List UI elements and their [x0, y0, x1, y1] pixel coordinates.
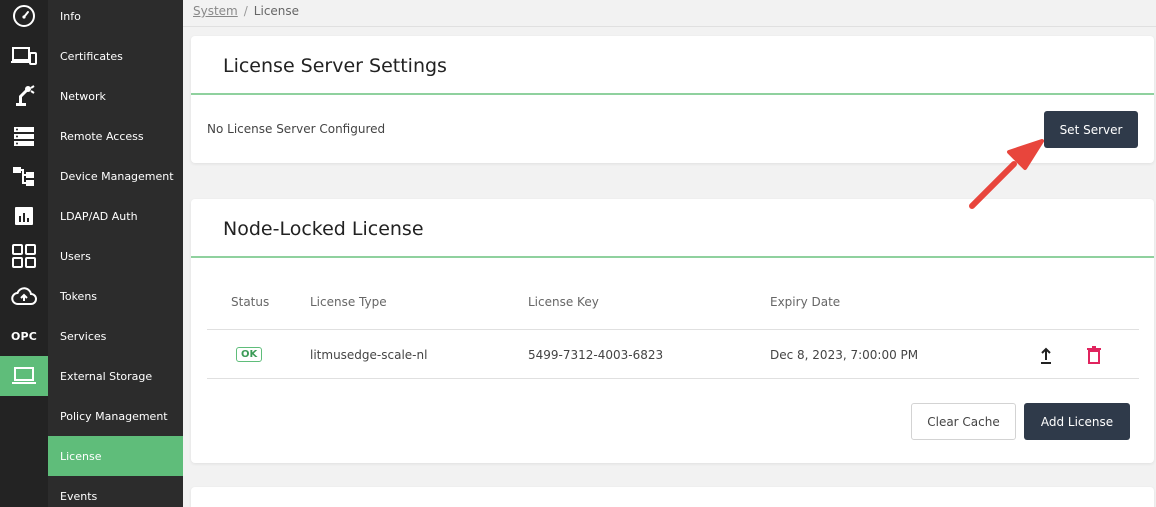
subnav-item-certificates[interactable]: Certificates — [48, 36, 183, 76]
flow-icon[interactable] — [0, 156, 48, 196]
apps-grid-icon[interactable] — [0, 236, 48, 276]
column-header-expiry-date: Expiry Date — [770, 295, 841, 309]
column-header-license-key: License Key — [528, 295, 599, 309]
expiry-date-cell: Dec 8, 2023, 7:00:00 PM — [770, 348, 919, 362]
laptop-icon[interactable] — [0, 356, 48, 396]
clear-cache-button[interactable]: Clear Cache — [911, 403, 1016, 440]
breadcrumb: System / License — [193, 4, 299, 18]
license-server-card: License Server Settings No License Serve… — [191, 36, 1154, 163]
license-server-title: License Server Settings — [223, 55, 447, 77]
system-subnav: Info Certificates Network Remote Access … — [48, 0, 183, 507]
license-server-status-text: No License Server Configured — [207, 122, 386, 136]
breadcrumb-system-link[interactable]: System — [193, 4, 238, 18]
next-section-card — [191, 487, 1154, 507]
header-divider — [183, 26, 1156, 27]
column-header-status: Status — [231, 295, 270, 309]
node-locked-license-title: Node-Locked License — [223, 218, 424, 240]
main-content: System / License License Server Settings N… — [183, 0, 1156, 507]
node-locked-license-divider — [191, 256, 1154, 258]
dashboard-icon[interactable] — [0, 0, 48, 36]
node-locked-license-card: Node-Locked License Status License Type … — [191, 199, 1154, 463]
devices-icon[interactable] — [0, 36, 48, 76]
subnav-item-users[interactable]: Users — [48, 236, 183, 276]
status-badge: OK — [236, 347, 263, 362]
breadcrumb-separator: / — [243, 4, 248, 18]
subnav-item-ldap-ad-auth[interactable]: LDAP/AD Auth — [48, 196, 183, 236]
subnav-item-network[interactable]: Network — [48, 76, 183, 116]
subnav-item-info[interactable]: Info — [48, 0, 183, 36]
analytics-icon[interactable] — [0, 196, 48, 236]
subnav-item-tokens[interactable]: Tokens — [48, 276, 183, 316]
license-key-cell: 5499-7312-4003-6823 — [528, 348, 664, 362]
subnav-item-external-storage[interactable]: External Storage — [48, 356, 183, 396]
set-server-button[interactable]: Set Server — [1044, 111, 1138, 148]
subnav-item-license[interactable]: License — [48, 436, 183, 476]
license-server-divider — [191, 93, 1154, 95]
breadcrumb-current: License — [253, 4, 300, 18]
column-header-license-type: License Type — [310, 295, 387, 309]
robot-arm-icon[interactable] — [0, 76, 48, 116]
opc-icon[interactable]: OPC — [0, 316, 48, 356]
subnav-item-policy-management[interactable]: Policy Management — [48, 396, 183, 436]
table-row-divider — [207, 378, 1139, 379]
upload-icon[interactable] — [1036, 344, 1056, 366]
subnav-item-events[interactable]: Events — [48, 476, 183, 507]
subnav-item-device-management[interactable]: Device Management — [48, 156, 183, 196]
delete-icon[interactable] — [1084, 344, 1104, 366]
license-type-cell: litmusedge-scale-nl — [310, 348, 428, 362]
add-license-button[interactable]: Add License — [1024, 403, 1130, 440]
subnav-item-remote-access[interactable]: Remote Access — [48, 116, 183, 156]
server-icon[interactable] — [0, 116, 48, 156]
cloud-upload-icon[interactable] — [0, 276, 48, 316]
subnav-item-services[interactable]: Services — [48, 316, 183, 356]
icon-rail: OPC — [0, 0, 48, 507]
table-header-divider — [207, 329, 1139, 330]
